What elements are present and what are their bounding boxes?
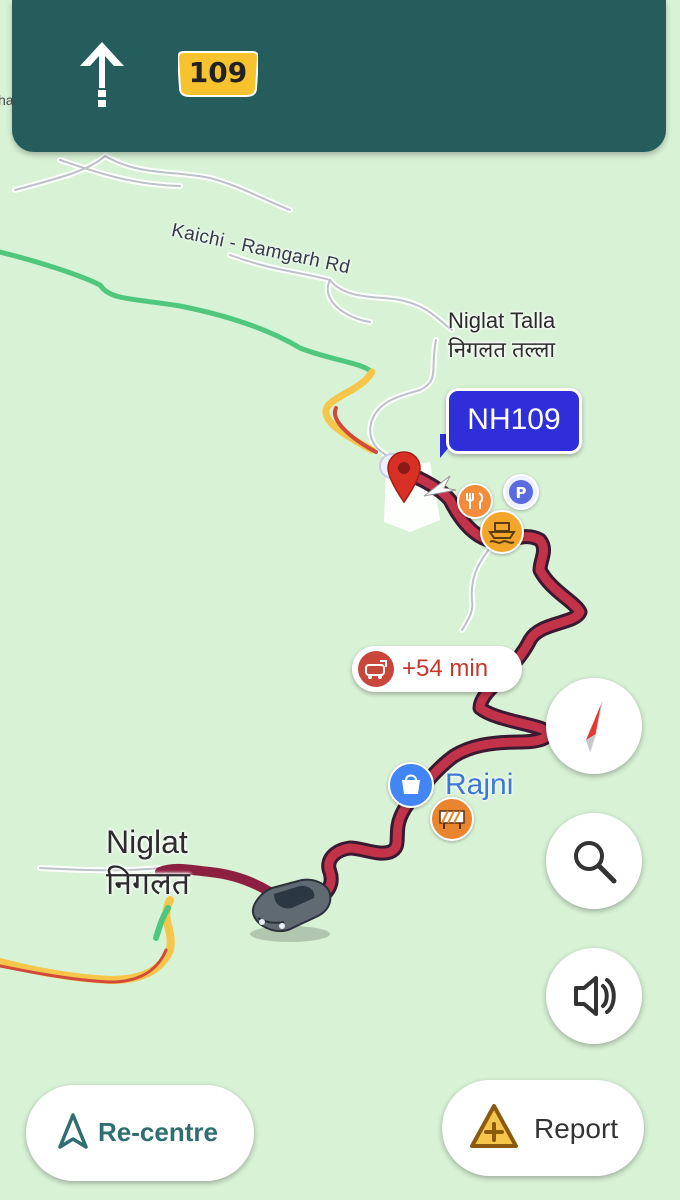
place-label-niglat-talla[interactable]: Niglat Talla निगलत तल्ला xyxy=(448,308,555,364)
recenter-arrow-icon xyxy=(58,1113,88,1149)
search-icon xyxy=(574,841,617,884)
traffic-car-icon xyxy=(358,651,394,687)
compass-button[interactable] xyxy=(546,678,642,774)
straight-arrow-icon xyxy=(80,42,124,107)
place-label-niglat[interactable]: Niglat निगलत xyxy=(106,824,190,904)
edge-label-fragment: ha xyxy=(0,92,14,108)
navigation-header[interactable]: 109 xyxy=(12,0,666,152)
place-name-english: Niglat Talla xyxy=(448,308,556,333)
place-name-hindi: निगलत xyxy=(106,865,191,901)
sound-button[interactable] xyxy=(546,948,642,1044)
report-warning-icon xyxy=(470,1104,518,1148)
traffic-delay-pill[interactable]: +54 min xyxy=(352,646,522,692)
delay-text: +54 min xyxy=(402,655,489,682)
place-name-hindi: निगलत तल्ला xyxy=(448,337,556,362)
parking-icon[interactable]: P xyxy=(503,474,539,510)
highway-callout[interactable]: NH109 xyxy=(446,388,582,454)
vehicle-position-icon xyxy=(250,878,332,942)
place-name-english: Niglat xyxy=(106,824,188,860)
compass-icon xyxy=(586,701,603,753)
report-button[interactable]: Report xyxy=(442,1080,644,1176)
recenter-label: Re-centre xyxy=(98,1117,218,1147)
report-label: Report xyxy=(534,1113,619,1144)
speaker-icon xyxy=(574,976,616,1016)
shopping-icon[interactable] xyxy=(388,762,434,808)
recenter-button[interactable]: Re-centre xyxy=(26,1085,254,1181)
route-shield-badge: 109 xyxy=(176,48,260,98)
road-closure-icon[interactable] xyxy=(430,797,474,841)
ferry-icon[interactable] xyxy=(480,510,524,554)
route-number: 109 xyxy=(188,56,248,89)
direction-chevron-icon xyxy=(423,475,457,497)
svg-text:P: P xyxy=(516,484,527,502)
search-button[interactable] xyxy=(546,813,642,909)
